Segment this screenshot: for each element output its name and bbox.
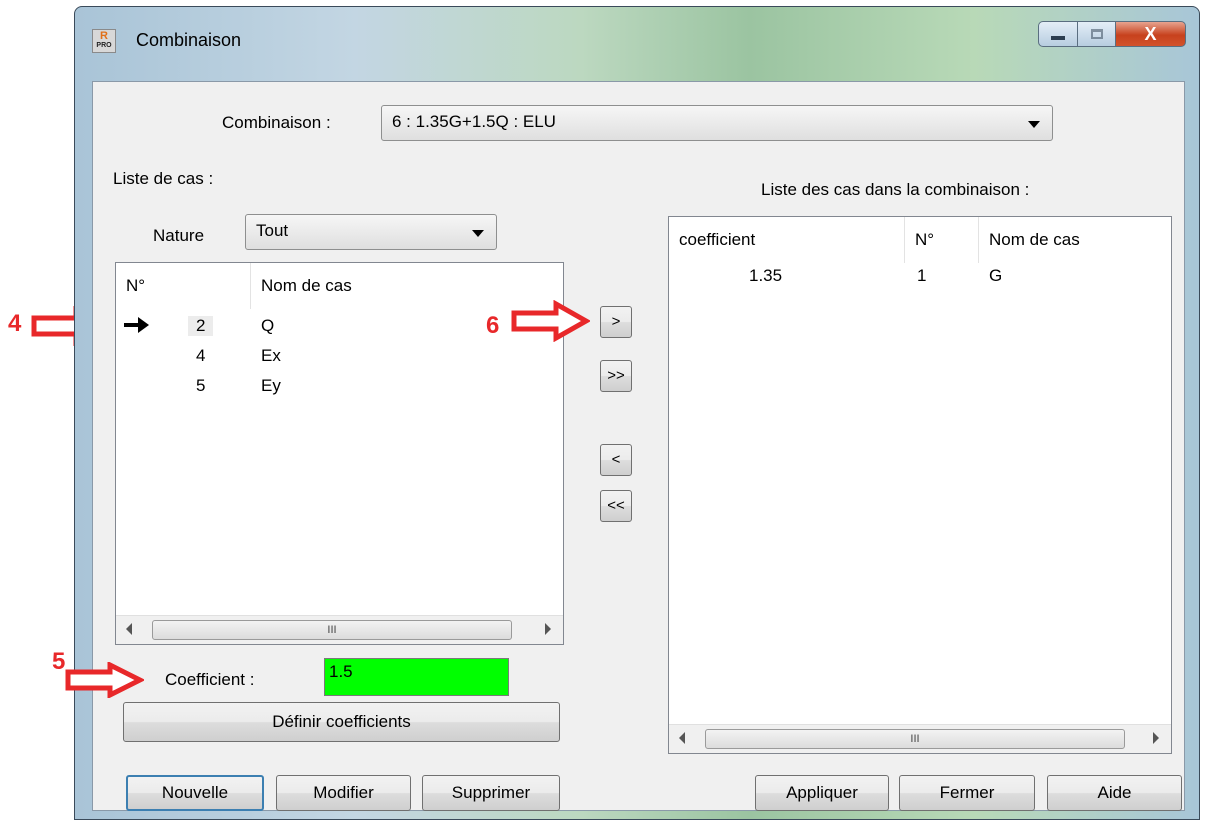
app-icon-letter: R <box>100 30 108 42</box>
case-name: Ex <box>261 346 281 365</box>
coefficient-input[interactable]: 1.5 <box>324 658 509 696</box>
add-all-cases-button[interactable]: >> <box>600 360 632 392</box>
scroll-right-icon[interactable] <box>1153 732 1159 744</box>
case-number: 4 <box>196 346 206 365</box>
column-header-num[interactable]: N° <box>116 263 251 309</box>
list-item[interactable]: 5 Ey <box>116 371 561 401</box>
remove-all-cases-button[interactable]: << <box>600 490 632 522</box>
case-name: Ey <box>261 376 281 395</box>
close-button[interactable]: X <box>1116 21 1186 47</box>
maximize-icon <box>1090 29 1103 39</box>
annotation-arrow-5-icon <box>65 662 144 698</box>
chevron-down-icon <box>472 230 484 237</box>
scroll-left-icon[interactable] <box>679 732 685 744</box>
modify-button[interactable]: Modifier <box>276 775 411 811</box>
close-dialog-button[interactable]: Fermer <box>899 775 1035 811</box>
combination-select[interactable]: 6 : 1.35G+1.5Q : ELU <box>381 105 1053 141</box>
current-row-arrow-icon <box>124 317 149 333</box>
case-name: G <box>989 266 1003 285</box>
title-bar: R PRO Combinaison X <box>75 7 1199 81</box>
combination-cases-title: Liste des cas dans la combinaison : <box>761 180 1030 199</box>
nature-select[interactable]: Tout <box>245 214 497 250</box>
define-coefficients-button[interactable]: Définir coefficients <box>123 702 560 742</box>
robot-app-icon: R PRO <box>92 29 116 53</box>
minimize-button[interactable] <box>1038 21 1078 47</box>
remove-case-button[interactable]: < <box>600 444 632 476</box>
scroll-right-icon[interactable] <box>545 623 551 635</box>
case-number: 1 <box>917 266 927 285</box>
coefficient-cell: 1.35 <box>749 266 783 285</box>
combination-selected: 6 : 1.35G+1.5Q : ELU <box>392 112 556 131</box>
window-controls: X <box>1038 21 1186 51</box>
nature-selected: Tout <box>256 221 289 240</box>
annotation-4: 4 <box>8 310 22 337</box>
list-item[interactable]: 4 Ex <box>116 341 561 371</box>
annotation-arrow-6-icon <box>511 300 590 342</box>
delete-button[interactable]: Supprimer <box>422 775 560 811</box>
dialog-window: R PRO Combinaison X Combinaison : 6 : 1.… <box>74 6 1200 820</box>
scroll-thumb[interactable]: III <box>705 729 1125 749</box>
help-button[interactable]: Aide <box>1047 775 1182 811</box>
scroll-thumb[interactable]: III <box>152 620 512 640</box>
horizontal-scrollbar[interactable]: III <box>669 724 1171 753</box>
horizontal-scrollbar[interactable]: III <box>116 615 563 644</box>
case-number: 5 <box>196 376 206 395</box>
dialog-client-area: Combinaison : 6 : 1.35G+1.5Q : ELU Liste… <box>92 81 1185 811</box>
column-header-num[interactable]: N° <box>905 217 979 263</box>
add-case-button[interactable]: > <box>600 306 632 338</box>
combination-case-list[interactable]: coefficient N° Nom de cas 1.35 1 G III <box>668 216 1172 754</box>
case-list-title: Liste de cas : <box>113 169 214 188</box>
case-number: 2 <box>188 316 214 336</box>
new-button[interactable]: Nouvelle <box>126 775 264 811</box>
apply-button[interactable]: Appliquer <box>755 775 889 811</box>
app-icon-sub: PRO <box>96 42 112 49</box>
maximize-button[interactable] <box>1078 21 1116 47</box>
column-header-name[interactable]: Nom de cas <box>979 217 1169 263</box>
case-name: Q <box>261 316 275 335</box>
annotation-6: 6 <box>486 312 500 339</box>
coefficient-label: Coefficient : <box>165 670 255 689</box>
minimize-icon <box>1051 36 1065 40</box>
table-row[interactable]: 1.35 1 G <box>669 265 1169 295</box>
window-title: Combinaison <box>136 30 242 50</box>
column-header-coefficient[interactable]: coefficient <box>669 217 905 263</box>
close-icon: X <box>1144 23 1157 44</box>
chevron-down-icon <box>1028 121 1040 128</box>
combination-label: Combinaison : <box>222 113 331 132</box>
scroll-left-icon[interactable] <box>126 623 132 635</box>
nature-label: Nature <box>153 226 205 245</box>
